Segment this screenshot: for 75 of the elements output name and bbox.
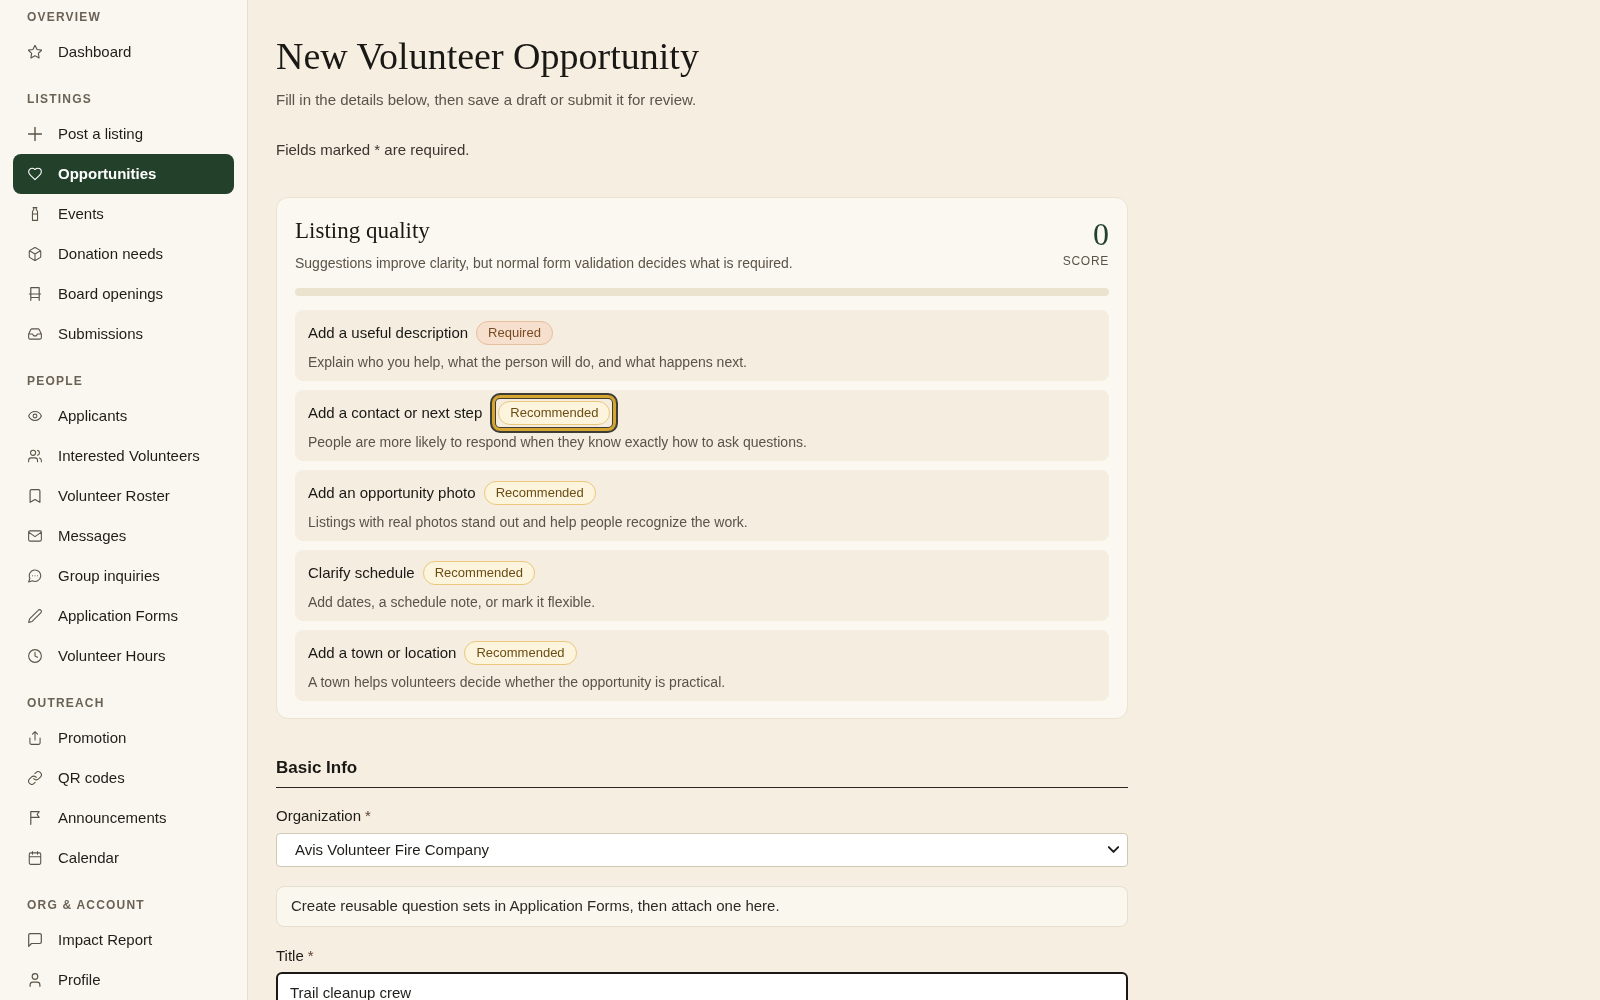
field-label: Title bbox=[276, 946, 304, 966]
suggestion-title: Add an opportunity photo bbox=[308, 482, 476, 503]
nav-link[interactable]: Submissions bbox=[13, 314, 234, 354]
suggestion-description: Explain who you help, what the person will do, and what happens next. bbox=[308, 353, 747, 372]
score-value: 0 bbox=[1093, 216, 1109, 252]
nav-link[interactable]: Board openings bbox=[13, 274, 234, 314]
nav-link[interactable]: Post a listing bbox=[13, 114, 234, 154]
chevron-down-icon bbox=[1108, 846, 1119, 853]
chat-bubble-icon bbox=[28, 569, 42, 583]
suggestion-description: A town helps volunteers decide whether the opportunity is practical. bbox=[308, 673, 726, 692]
nav-link[interactable]: Donation needs bbox=[13, 234, 234, 274]
nav-link[interactable]: Messages bbox=[13, 516, 234, 556]
nav-link[interactable]: Applicants bbox=[13, 396, 234, 436]
nav-link[interactable]: Application Forms bbox=[13, 596, 234, 636]
organization-select[interactable]: Avis Volunteer Fire Company bbox=[276, 833, 1128, 867]
section-heading: PEOPLE bbox=[27, 373, 83, 389]
star-icon bbox=[28, 45, 42, 59]
page-title: New Volunteer Opportunity bbox=[276, 34, 699, 78]
nav-link[interactable]: Profile bbox=[13, 960, 234, 1000]
nav-link[interactable]: Announcements bbox=[13, 798, 234, 838]
section-heading: OVERVIEW bbox=[27, 9, 102, 25]
title-input[interactable]: Trail cleanup crew bbox=[276, 972, 1128, 1000]
card-description: Suggestions improve clarity, but normal form validation decides what is required. bbox=[295, 254, 793, 273]
nav-link[interactable]: Calendar bbox=[13, 838, 234, 878]
inbox-icon bbox=[28, 327, 42, 341]
chair-icon bbox=[28, 287, 42, 301]
person-icon bbox=[28, 973, 42, 987]
nav-link[interactable]: Interested Volunteers bbox=[13, 436, 234, 476]
section-heading: LISTINGS bbox=[27, 91, 92, 107]
suggestion-description: Listings with real photos stand out and help people recognize the work. bbox=[308, 513, 748, 532]
share-icon bbox=[28, 731, 42, 745]
suggestion-title: Add a useful description bbox=[308, 322, 469, 343]
nav-link[interactable]: Group inquiries bbox=[13, 556, 234, 596]
score-label: SCORE bbox=[1062, 254, 1109, 268]
nav-link[interactable]: Impact Report bbox=[13, 920, 234, 960]
nav-link[interactable]: Dashboard bbox=[13, 32, 234, 72]
field-label: Organization bbox=[276, 806, 362, 826]
clock-icon bbox=[28, 649, 42, 663]
page-subtitle: Fill in the details below, then save a draft or submit it for review. bbox=[276, 90, 697, 110]
section-title: Basic Info bbox=[276, 757, 358, 779]
plus-icon bbox=[28, 127, 42, 141]
nav-link[interactable]: Events bbox=[13, 194, 234, 234]
cube-icon bbox=[28, 247, 42, 261]
help-note: Create reusable question sets in Application Forms, then attach one here. bbox=[276, 886, 1128, 927]
suggestion-description: Add dates, a schedule note, or mark it flexible. bbox=[308, 593, 596, 612]
required-note: Fields marked * are required. bbox=[276, 140, 470, 160]
nav-link[interactable]: Promotion bbox=[13, 718, 234, 758]
flag-icon bbox=[28, 811, 42, 825]
nav-link[interactable]: QR codes bbox=[13, 758, 234, 798]
heart-icon bbox=[28, 167, 42, 181]
suggestion-title: Add a town or location bbox=[308, 642, 457, 663]
bookmark-icon bbox=[28, 489, 42, 503]
required-mark: * bbox=[365, 806, 371, 826]
status-badge[interactable]: Recommended bbox=[422, 560, 535, 585]
suggestion-title: Clarify schedule bbox=[308, 562, 415, 583]
suggestion-title: Add a contact or next step bbox=[308, 402, 483, 423]
speech-bubble-icon bbox=[28, 933, 42, 947]
suggestion-description: People are more likely to respond when they know exactly how to ask questions. bbox=[308, 433, 807, 452]
section-heading: OUTREACH bbox=[27, 695, 105, 711]
status-badge[interactable]: Recommended bbox=[498, 400, 611, 425]
eye-icon bbox=[28, 409, 42, 423]
status-badge[interactable]: Required bbox=[476, 320, 553, 345]
required-mark: * bbox=[307, 946, 314, 966]
nav-link[interactable]: Volunteer Roster bbox=[13, 476, 234, 516]
status-badge[interactable]: Recommended bbox=[483, 480, 596, 505]
section-heading: ORG & ACCOUNT bbox=[27, 897, 145, 913]
card-title: Listing quality bbox=[295, 217, 430, 245]
people-icon bbox=[28, 449, 42, 463]
nav-link[interactable]: Volunteer Hours bbox=[13, 636, 234, 676]
nav-link[interactable]: Opportunities bbox=[13, 154, 234, 194]
envelope-icon bbox=[28, 529, 42, 543]
pencil-icon bbox=[28, 609, 42, 623]
link-icon bbox=[28, 771, 42, 785]
calendar-icon bbox=[28, 851, 42, 865]
status-badge[interactable]: Recommended bbox=[464, 640, 577, 665]
